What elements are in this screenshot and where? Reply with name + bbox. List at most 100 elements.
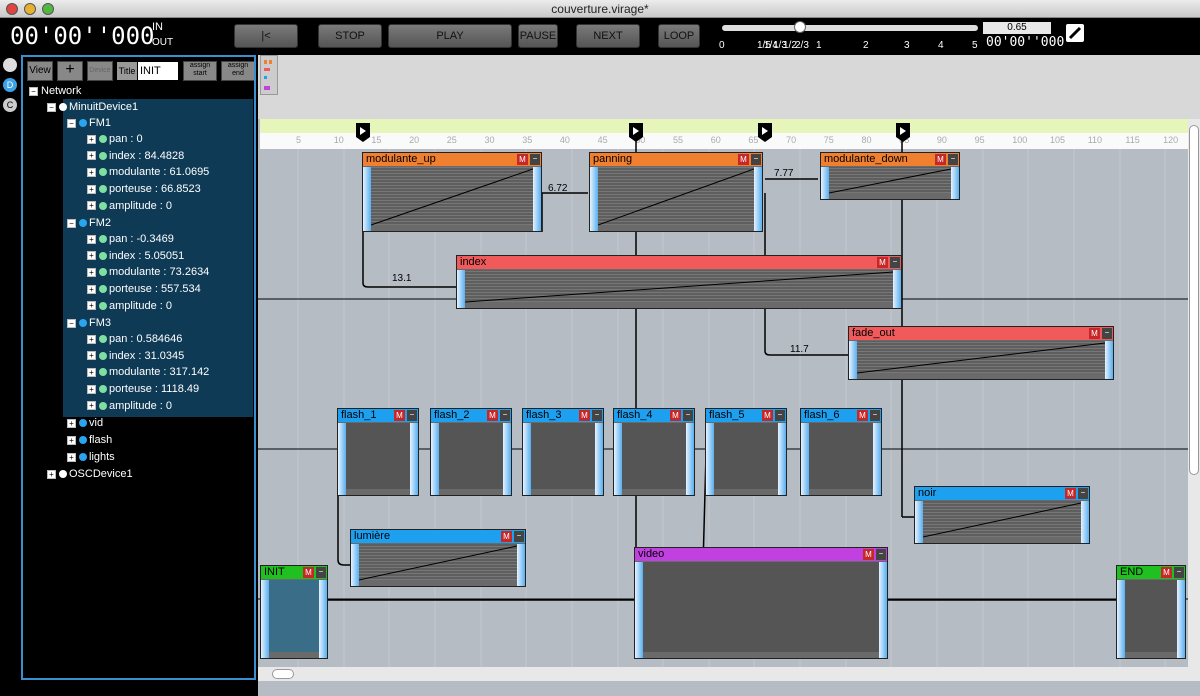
assign-end-button[interactable]: assign end <box>221 61 254 81</box>
box-start-handle[interactable] <box>821 167 829 199</box>
box-flash-2[interactable]: flash_2 M − <box>430 408 512 496</box>
tree-param[interactable]: + modulante : 61.0695 <box>87 166 209 182</box>
speed-slider-knob[interactable] <box>794 21 806 33</box>
box-start-handle[interactable] <box>351 544 359 586</box>
collapse-button[interactable]: − <box>1174 567 1184 578</box>
tree-param[interactable]: + index : 84.4828 <box>87 150 184 166</box>
box-body[interactable] <box>622 423 686 489</box>
automation-curve[interactable] <box>371 167 533 227</box>
box-end-handle[interactable] <box>533 167 541 231</box>
box-end-handle[interactable] <box>1081 501 1089 543</box>
box-end-handle[interactable] <box>595 423 603 495</box>
tree-param[interactable]: + index : 31.0345 <box>87 350 184 366</box>
box-header[interactable]: flash_4 M − <box>614 409 694 422</box>
device-button[interactable]: Device <box>87 61 113 81</box>
relation-delay-3[interactable]: 13.1 <box>392 273 412 284</box>
box-panning[interactable]: panning M − <box>589 152 763 232</box>
automation-curve[interactable] <box>359 544 517 582</box>
box-start-handle[interactable] <box>363 167 371 231</box>
box-header[interactable]: fade_out M − <box>849 327 1113 340</box>
tree-param[interactable]: + amplitude : 0 <box>87 300 172 316</box>
tree-node-vid[interactable]: + vid <box>67 417 103 433</box>
mute-button[interactable]: M <box>1065 488 1076 499</box>
rewind-button[interactable]: |< <box>234 24 298 48</box>
mute-button[interactable]: M <box>670 410 681 421</box>
box-end-handle[interactable] <box>1105 341 1113 379</box>
edit-pencil-icon[interactable] <box>1066 24 1084 42</box>
mute-button[interactable]: M <box>394 410 405 421</box>
box-flash-4[interactable]: flash_4 M − <box>613 408 695 496</box>
box-end-handle[interactable] <box>410 423 418 495</box>
box-start-handle[interactable] <box>614 423 622 495</box>
box-header[interactable]: flash_6 M − <box>801 409 881 422</box>
timeline-area[interactable]: 5101520253035404550556065707580859095100… <box>258 55 1200 696</box>
box-end-handle[interactable] <box>893 270 901 308</box>
device-tab-icon[interactable] <box>3 58 17 72</box>
mute-button[interactable]: M <box>857 410 868 421</box>
tree-param[interactable]: + porteuse : 66.8523 <box>87 183 201 199</box>
collapse-button[interactable]: − <box>316 567 326 578</box>
close-window-icon[interactable] <box>6 3 18 15</box>
play-button[interactable]: PLAY <box>388 24 512 48</box>
box-header[interactable]: flash_3 M − <box>523 409 603 422</box>
mute-button[interactable]: M <box>863 549 874 560</box>
box-start-handle[interactable] <box>849 341 857 379</box>
add-button[interactable]: + <box>57 61 83 81</box>
mute-button[interactable]: M <box>517 154 528 165</box>
box-fade-out[interactable]: fade_out M − <box>848 326 1114 380</box>
title-input[interactable]: INIT <box>138 62 178 80</box>
relation-delay-2[interactable]: 7.77 <box>774 168 794 179</box>
tree-node-fm1[interactable]: − FM1 <box>67 117 111 133</box>
vertical-scrollbar[interactable] <box>1188 119 1200 667</box>
horizontal-scroll-thumb[interactable] <box>272 669 294 679</box>
collapse-button[interactable]: − <box>1078 488 1088 499</box>
collapse-button[interactable]: − <box>500 410 510 421</box>
box-end-handle[interactable] <box>754 167 762 231</box>
box-start-handle[interactable] <box>915 501 923 543</box>
box-end-handle[interactable] <box>1177 580 1185 658</box>
box-header[interactable]: modulante_down M − <box>821 153 959 166</box>
box-body[interactable] <box>809 423 873 489</box>
box-start-handle[interactable] <box>261 580 269 658</box>
box-body[interactable] <box>269 580 319 652</box>
tree-device-minuit[interactable]: − MinuitDevice1 <box>47 101 138 117</box>
box-header[interactable]: modulante_up M − <box>363 153 541 166</box>
speed-slider[interactable] <box>722 21 978 33</box>
mute-button[interactable]: M <box>579 410 590 421</box>
box-flash-3[interactable]: flash_3 M − <box>522 408 604 496</box>
mute-button[interactable]: M <box>501 531 512 542</box>
box-header[interactable]: flash_5 M − <box>706 409 786 422</box>
box-header[interactable]: noir M − <box>915 487 1089 500</box>
minimize-window-icon[interactable] <box>24 3 36 15</box>
box-start-handle[interactable] <box>457 270 465 308</box>
box-header[interactable]: INIT M − <box>261 566 327 579</box>
collapse-button[interactable]: − <box>407 410 417 421</box>
box-end-handle[interactable] <box>517 544 525 586</box>
automation-curve[interactable] <box>598 167 754 227</box>
box-start-handle[interactable] <box>1117 580 1125 658</box>
tree-param[interactable]: + index : 5.05051 <box>87 250 184 266</box>
mute-button[interactable]: M <box>738 154 749 165</box>
tree-param[interactable]: + pan : 0 <box>87 133 143 149</box>
collapse-button[interactable]: − <box>890 257 900 268</box>
tree-param[interactable]: + modulante : 73.2634 <box>87 266 209 282</box>
tree-param[interactable]: + modulante : 317.142 <box>87 366 209 382</box>
view-button[interactable]: View <box>27 61 53 81</box>
tree-param[interactable]: + amplitude : 0 <box>87 200 172 216</box>
tree-param[interactable]: + porteuse : 1118.49 <box>87 383 199 399</box>
box-flash-1[interactable]: flash_1 M − <box>337 408 419 496</box>
box-end-handle[interactable] <box>319 580 327 658</box>
horizontal-scrollbar[interactable] <box>258 667 1200 681</box>
box-header[interactable]: panning M − <box>590 153 762 166</box>
speed-rate-value[interactable]: 0.65 <box>983 22 1051 34</box>
box-start-handle[interactable] <box>431 423 439 495</box>
box-video[interactable]: video M − <box>634 547 888 659</box>
collapse-button[interactable]: − <box>514 531 524 542</box>
collapse-button[interactable]: − <box>683 410 693 421</box>
box-body[interactable] <box>439 423 503 489</box>
box-modulante-down[interactable]: modulante_down M − <box>820 152 960 200</box>
collapse-button[interactable]: − <box>876 549 886 560</box>
pause-button[interactable]: PAUSE <box>518 24 558 48</box>
box-body[interactable] <box>643 562 879 652</box>
collapse-button[interactable]: − <box>592 410 602 421</box>
